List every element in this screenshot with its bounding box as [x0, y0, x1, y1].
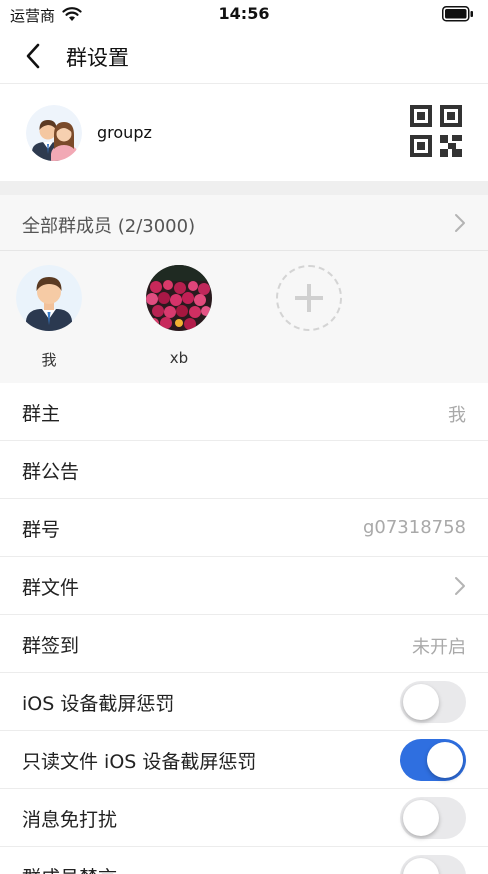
member-item[interactable]: 我 — [16, 265, 82, 375]
qr-code-button[interactable] — [408, 103, 464, 159]
group-avatar — [26, 105, 82, 161]
row-do-not-disturb: 消息免打扰 — [0, 789, 488, 847]
chevron-right-icon — [455, 214, 465, 232]
battery-icon — [442, 6, 473, 22]
status-bar: 运营商 14:56 — [0, 0, 488, 28]
add-member-button[interactable] — [276, 265, 342, 331]
flowers-photo-avatar — [146, 265, 212, 331]
row-label: 消息免打扰 — [22, 809, 118, 831]
toggle-knob — [427, 742, 463, 778]
row-label: iOS 设备截屏惩罚 — [22, 693, 175, 715]
readonly-screenshot-penalty-toggle[interactable] — [400, 739, 466, 781]
member-avatar — [146, 265, 212, 331]
status-time: 14:56 — [218, 4, 270, 23]
man-avatar-icon — [16, 265, 82, 331]
toggle-knob — [403, 684, 439, 720]
page-title: 群设置 — [66, 46, 129, 70]
screenshot-penalty-toggle[interactable] — [400, 681, 466, 723]
group-name: groupz — [97, 123, 152, 142]
toggle-knob — [403, 858, 439, 874]
couple-avatar-icon — [26, 105, 82, 161]
member-avatar — [16, 265, 82, 331]
row-value: g07318758 — [362, 517, 466, 538]
qr-code-icon — [410, 105, 462, 157]
row-label: 群主 — [22, 403, 61, 425]
all-members-row[interactable]: 全部群成员 (2/3000) — [0, 195, 488, 251]
nav-bar: 群设置 — [0, 28, 488, 84]
row-label: 群文件 — [22, 577, 80, 599]
member-item[interactable]: xb — [146, 265, 212, 375]
row-label: 只读文件 iOS 设备截屏惩罚 — [22, 751, 257, 773]
settings-list: 群主 我 群公告 群号 g07318758 群文件 群签到 未开启 iOS 设备… — [0, 383, 488, 874]
do-not-disturb-toggle[interactable] — [400, 797, 466, 839]
row-mute-all-members: 群成员禁言 — [0, 847, 488, 874]
back-button[interactable] — [18, 40, 48, 72]
row-group-checkin[interactable]: 群签到 未开启 — [0, 615, 488, 673]
row-group-owner[interactable]: 群主 我 — [0, 383, 488, 441]
member-name: 我 — [41, 351, 57, 369]
row-label: 群公告 — [22, 461, 80, 483]
chevron-left-icon — [26, 43, 40, 69]
section-divider — [0, 181, 488, 195]
members-count-label: 全部群成员 (2/3000) — [22, 216, 196, 237]
group-header[interactable]: groupz — [0, 85, 488, 181]
members-section: 全部群成员 (2/3000) 我 xb — [0, 195, 488, 383]
row-label: 群号 — [22, 519, 61, 541]
row-readonly-screenshot-penalty: 只读文件 iOS 设备截屏惩罚 — [0, 731, 488, 789]
row-group-files[interactable]: 群文件 — [0, 557, 488, 615]
row-value: 我 — [448, 405, 466, 426]
row-label: 群成员禁言 — [22, 863, 117, 874]
mute-all-members-toggle[interactable] — [400, 855, 466, 874]
member-name: xb — [169, 349, 189, 367]
row-screenshot-penalty: iOS 设备截屏惩罚 — [0, 673, 488, 731]
chevron-right-icon — [455, 577, 465, 595]
toggle-knob — [403, 800, 439, 836]
row-group-announcement[interactable]: 群公告 — [0, 441, 488, 499]
row-value: 未开启 — [412, 637, 466, 658]
row-group-number[interactable]: 群号 g07318758 — [0, 499, 488, 557]
row-label: 群签到 — [22, 635, 80, 657]
